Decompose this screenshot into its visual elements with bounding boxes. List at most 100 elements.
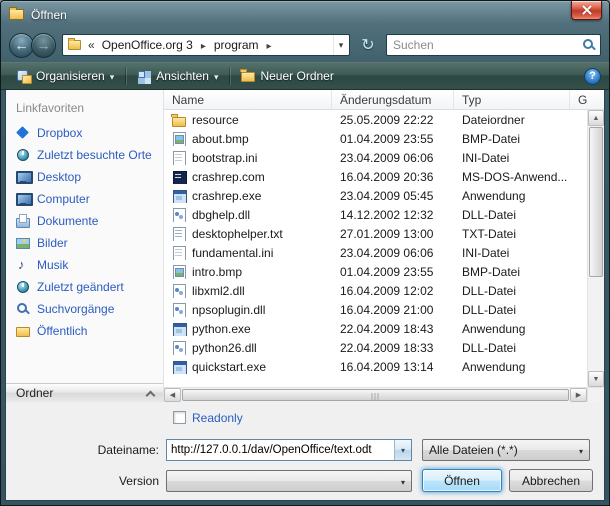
table-row[interactable]: crashrep.exe 23.04.2009 05:45 Anwendung — [164, 186, 587, 205]
filename-label: Dateiname: — [6, 443, 166, 457]
table-row[interactable]: npsoplugin.dll 16.04.2009 21:00 DLL-Date… — [164, 300, 587, 319]
table-row[interactable]: desktophelper.txt 27.01.2009 13:00 TXT-D… — [164, 224, 587, 243]
sidebar-item-computer[interactable]: Computer — [6, 188, 163, 210]
horizontal-scrollbar[interactable]: ◀ ▶ — [164, 387, 604, 402]
scroll-down-icon[interactable]: ▼ — [588, 371, 604, 387]
filename-row: Dateiname: Alle Dateien (*.*) — [6, 439, 604, 461]
toolbar-divider — [229, 67, 230, 85]
sidebar-item-pictures[interactable]: Bilder — [6, 232, 163, 254]
chevron-right-icon[interactable] — [263, 38, 276, 52]
table-row[interactable]: libxml2.dll 16.04.2009 12:02 DLL-Datei — [164, 281, 587, 300]
pictures-icon — [15, 235, 31, 251]
sidebar-item-label: Dokumente — [37, 214, 98, 228]
file-date: 25.05.2009 22:22 — [332, 113, 454, 127]
sidebar-item-documents[interactable]: Dokumente — [6, 210, 163, 232]
back-arrow-icon — [15, 38, 29, 52]
table-row[interactable]: bootstrap.ini 23.04.2009 06:06 INI-Datei — [164, 148, 587, 167]
search-box[interactable] — [386, 34, 601, 56]
chevron-down-icon — [214, 69, 219, 83]
file-date: 23.04.2009 06:06 — [332, 151, 454, 165]
search-input[interactable] — [391, 38, 582, 52]
sidebar-item-recent-places[interactable]: Zuletzt besuchte Orte — [6, 144, 163, 166]
name-cell: resource — [164, 113, 332, 127]
sidebar-item-label: Desktop — [37, 170, 81, 184]
file-type: Anwendung — [454, 360, 570, 374]
sidebar-item-recent-changes[interactable]: Zuletzt geändert — [6, 276, 163, 298]
file-name: crashrep.exe — [192, 189, 261, 203]
column-header-type[interactable]: Typ — [454, 90, 570, 109]
file-name: about.bmp — [192, 132, 249, 146]
searches-icon — [15, 301, 31, 317]
toolbar-divider — [125, 67, 126, 85]
close-button[interactable] — [571, 1, 602, 20]
new-folder-button[interactable]: Neuer Ordner — [233, 66, 341, 86]
organize-button[interactable]: Organisieren — [9, 66, 122, 86]
open-button[interactable]: Öffnen — [422, 469, 502, 492]
column-header-date[interactable]: Änderungsdatum — [332, 90, 454, 109]
search-icon[interactable] — [582, 38, 596, 52]
folders-label: Ordner — [16, 386, 53, 400]
dialog-content: Linkfavoriten Dropbox Zuletzt besuchte O… — [5, 90, 605, 501]
sidebar-item-music[interactable]: Musik — [6, 254, 163, 276]
file-date: 23.04.2009 05:45 — [332, 189, 454, 203]
filename-dropdown-icon[interactable] — [394, 440, 411, 460]
readonly-checkbox[interactable] — [173, 411, 186, 424]
list-header: Name Änderungsdatum Typ G — [164, 90, 604, 110]
file-date: 16.04.2009 20:36 — [332, 170, 454, 184]
cancel-button[interactable]: Abbrechen — [509, 469, 593, 492]
file-date: 01.04.2009 23:55 — [332, 265, 454, 279]
favorites-list: Dropbox Zuletzt besuchte Orte Desktop Co… — [6, 122, 163, 383]
table-row[interactable]: dbghelp.dll 14.12.2002 12:32 DLL-Datei — [164, 205, 587, 224]
vertical-scroll-track[interactable] — [588, 278, 604, 371]
dropbox-icon — [15, 125, 31, 141]
scroll-left-icon[interactable]: ◀ — [164, 388, 181, 402]
file-name: fundamental.ini — [192, 246, 273, 260]
vertical-scrollbar[interactable]: ▲ ▼ — [587, 110, 604, 387]
views-button[interactable]: Ansichten — [129, 66, 226, 86]
scroll-up-icon[interactable]: ▲ — [588, 110, 604, 126]
file-name: resource — [192, 113, 239, 127]
music-icon — [15, 257, 31, 273]
breadcrumb[interactable]: « OpenOffice.org 3 program — [62, 34, 350, 56]
scroll-right-icon[interactable]: ▶ — [570, 388, 587, 402]
file-name: bootstrap.ini — [192, 151, 257, 165]
breadcrumb-item-openoffice[interactable]: OpenOffice.org 3 — [98, 38, 197, 52]
table-row[interactable]: resource 25.05.2009 22:22 Dateiordner — [164, 110, 587, 129]
address-dropdown-icon[interactable] — [333, 35, 348, 55]
vertical-scroll-thumb[interactable] — [589, 127, 603, 277]
column-header-size[interactable]: G — [570, 90, 604, 109]
horizontal-scroll-thumb[interactable] — [182, 389, 569, 401]
table-row[interactable]: python26.dll 22.04.2009 18:33 DLL-Datei — [164, 338, 587, 357]
sidebar-item-label: Suchvorgänge — [37, 302, 114, 316]
file-date: 22.04.2009 18:43 — [332, 322, 454, 336]
breadcrumb-item-program[interactable]: program — [210, 38, 263, 52]
table-row[interactable]: about.bmp 01.04.2009 23:55 BMP-Datei — [164, 129, 587, 148]
sidebar-item-desktop[interactable]: Desktop — [6, 166, 163, 188]
forward-button[interactable] — [31, 33, 56, 58]
breadcrumb-overflow-button[interactable]: « — [85, 38, 98, 52]
help-button[interactable]: ? — [584, 68, 601, 85]
table-row[interactable]: intro.bmp 01.04.2009 23:55 BMP-Datei — [164, 262, 587, 281]
sidebar-item-public[interactable]: Öffentlich — [6, 320, 163, 342]
refresh-button[interactable] — [356, 34, 380, 56]
filetype-combobox[interactable]: Alle Dateien (*.*) — [422, 439, 590, 461]
table-row[interactable]: fundamental.ini 23.04.2009 06:06 INI-Dat… — [164, 243, 587, 262]
sidebar-item-label: Öffentlich — [37, 324, 87, 338]
version-combobox[interactable] — [166, 470, 412, 492]
name-cell: bootstrap.ini — [164, 151, 332, 165]
horizontal-scroll-track[interactable]: ◀ ▶ — [164, 388, 587, 402]
table-row[interactable]: python.exe 22.04.2009 18:43 Anwendung — [164, 319, 587, 338]
sidebar-item-dropbox[interactable]: Dropbox — [6, 122, 163, 144]
filename-input[interactable] — [167, 444, 394, 456]
titlebar[interactable]: Öffnen — [1, 1, 609, 28]
sidebar-item-searches[interactable]: Suchvorgänge — [6, 298, 163, 320]
folders-expander[interactable]: Ordner — [6, 383, 163, 402]
chevron-right-icon[interactable] — [197, 38, 210, 52]
forward-arrow-icon — [37, 38, 51, 52]
filename-combobox[interactable] — [166, 439, 412, 461]
table-row[interactable]: quickstart.exe 16.04.2009 13:14 Anwendun… — [164, 357, 587, 376]
views-icon — [137, 69, 151, 83]
table-row[interactable]: crashrep.com 16.04.2009 20:36 MS-DOS-Anw… — [164, 167, 587, 186]
column-header-name[interactable]: Name — [164, 90, 332, 109]
ini-icon — [172, 246, 186, 260]
